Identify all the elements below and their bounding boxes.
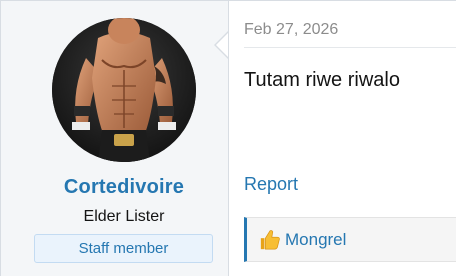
message-cell: Feb 27, 2026 Tutam riwe riwalo Report Mo… <box>228 0 456 276</box>
thumbs-up-icon <box>260 230 280 250</box>
report-link[interactable]: Report <box>244 174 298 195</box>
post-body: Tutam riwe riwalo <box>244 69 400 91</box>
post-date[interactable]: Feb 27, 2026 <box>244 21 338 39</box>
date-divider <box>244 47 456 48</box>
username[interactable]: Cortedivoire <box>1 176 247 199</box>
reaction-user-link[interactable]: Mongrel <box>285 230 346 250</box>
staff-badge: Staff member <box>34 234 213 263</box>
post: Cortedivoire Elder Lister Staff member F… <box>0 0 456 276</box>
avatar[interactable] <box>52 18 196 162</box>
user-title: Elder Lister <box>83 208 165 225</box>
wrestler-avatar-icon <box>52 18 196 162</box>
user-cell: Cortedivoire Elder Lister Staff member <box>0 0 228 276</box>
reactions-bar: Mongrel <box>244 217 456 262</box>
